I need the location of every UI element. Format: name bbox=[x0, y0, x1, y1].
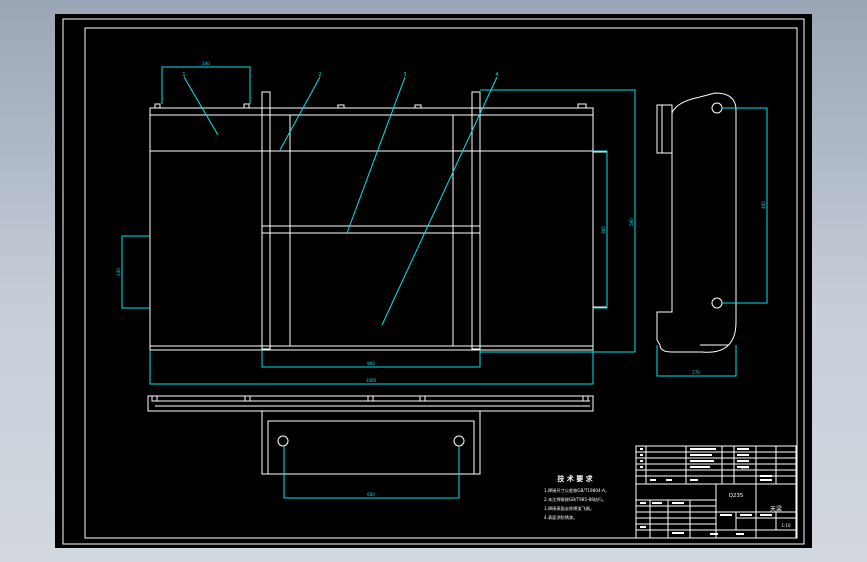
parts-list-material: Q235 bbox=[741, 466, 750, 470]
dim-side-width: 270 bbox=[692, 370, 700, 375]
balloon-3: 3 bbox=[403, 72, 406, 78]
title-block-scale: 1:10 bbox=[782, 523, 791, 528]
dim-hole-spacing: 600 bbox=[367, 492, 375, 497]
dim-top-gap: 240 bbox=[202, 61, 210, 66]
dim-left-height: 240 bbox=[116, 268, 121, 276]
note-line-2: 2.未注焊接按GB/T985-88执行。 bbox=[544, 496, 606, 503]
title-block-drawing-name: 天梁 bbox=[770, 505, 782, 513]
dim-bottom-overall: 1000 bbox=[366, 378, 377, 383]
note-line-4: 4.表面涂防锈漆。 bbox=[544, 514, 577, 521]
title-block-material: Q235 bbox=[729, 493, 744, 499]
dim-bottom-inner: 860 bbox=[367, 361, 375, 366]
balloon-1: 1 bbox=[182, 72, 185, 78]
drawing-canvas: 240 240 360 580 860 1000 1 2 3 4 600 460… bbox=[55, 14, 812, 548]
balloon-2: 2 bbox=[318, 72, 321, 78]
dim-side-height: 460 bbox=[761, 201, 766, 209]
dim-outer-height: 580 bbox=[629, 218, 634, 226]
notes-title: 技 术 要 求 bbox=[557, 474, 593, 483]
balloon-4: 4 bbox=[495, 72, 498, 78]
cad-drawing-viewport[interactable]: 240 240 360 580 860 1000 1 2 3 4 600 460… bbox=[0, 0, 867, 562]
note-line-3: 3.焊接表面去除焊渣飞溅。 bbox=[544, 505, 594, 512]
note-line-1: 1.焊接尺寸公差按GB/T19804-A。 bbox=[544, 487, 609, 494]
dim-inner-height: 360 bbox=[601, 226, 606, 234]
